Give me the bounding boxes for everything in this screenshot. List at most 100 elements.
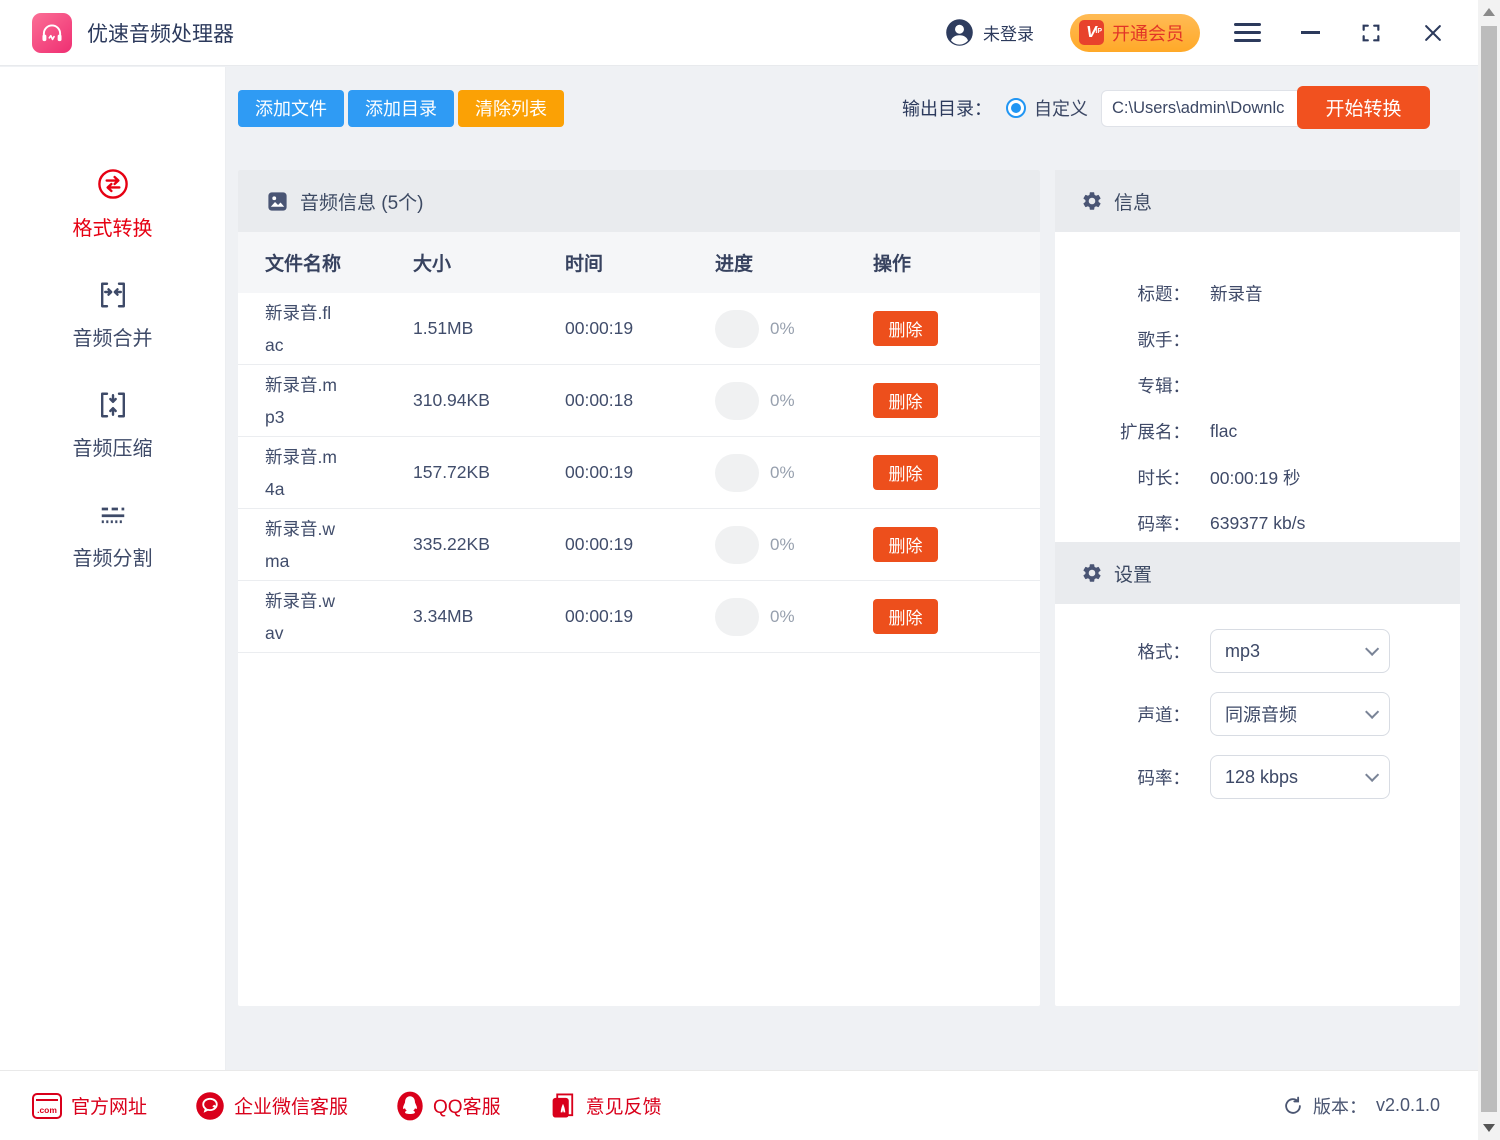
file-duration: 00:00:19 [565, 606, 715, 627]
file-size: 335.22KB [413, 534, 565, 555]
info-field-label: 扩展名： [1055, 419, 1190, 444]
window-scrollbar[interactable] [1478, 0, 1500, 1140]
clear-list-button[interactable]: 清除列表 [458, 90, 564, 127]
feedback-icon [549, 1091, 577, 1121]
file-size: 157.72KB [413, 462, 565, 483]
info-panel-title: 信息 [1114, 188, 1152, 215]
titlebar: 优速音频处理器 未登录 VIP 开通会员 [0, 0, 1478, 66]
scrollbar-thumb[interactable] [1481, 26, 1497, 1112]
info-field-value: 新录音 [1210, 281, 1263, 306]
col-progress: 进度 [715, 249, 873, 276]
file-duration: 00:00:19 [565, 318, 715, 339]
scroll-up-icon[interactable] [1483, 8, 1495, 16]
footer-link-qq-support[interactable]: QQ客服 [396, 1091, 501, 1121]
right-panel: 信息 标题： 新录音 歌手： 专辑： 扩展名： flac [1055, 170, 1460, 1006]
toolbar: 添加文件 添加目录 清除列表 输出目录： 自定义 [238, 87, 1430, 129]
sidebar-item-format-convert[interactable]: 格式转换 [73, 165, 153, 241]
delete-button[interactable]: 删除 [873, 599, 938, 634]
sidebar-item-audio-split[interactable]: 音频分割 [73, 497, 153, 571]
sidebar-item-label: 音频合并 [73, 322, 153, 351]
table-row: 新录音.wav 3.34MB 00:00:19 0% 删除 [238, 581, 1040, 653]
format-convert-icon [94, 165, 132, 203]
file-duration: 00:00:19 [565, 462, 715, 483]
qq-icon [396, 1091, 424, 1121]
bitrate-select[interactable]: 128 kbps [1210, 755, 1390, 799]
footer-link-label: 企业微信客服 [234, 1092, 348, 1119]
sidebar-item-audio-merge[interactable]: 音频合并 [73, 277, 153, 351]
format-select-value: mp3 [1225, 641, 1260, 662]
format-select[interactable]: mp3 [1210, 629, 1390, 673]
settings-field: 码率： 128 kbps [1055, 755, 1460, 799]
close-button[interactable] [1422, 22, 1444, 44]
open-vip-button[interactable]: VIP 开通会员 [1070, 14, 1200, 52]
delete-button[interactable]: 删除 [873, 527, 938, 562]
delete-button[interactable]: 删除 [873, 311, 938, 346]
content-area: 添加文件 添加目录 清除列表 输出目录： 自定义 开始转换 [227, 67, 1478, 1070]
gear-icon [1081, 190, 1103, 212]
vip-icon: VIP [1079, 20, 1104, 45]
progress-indicator [715, 598, 759, 636]
file-name: 新录音.m4a [265, 441, 339, 505]
sidebar-item-label: 音频压缩 [73, 432, 153, 461]
file-name: 新录音.wma [265, 513, 339, 577]
file-name: 新录音.flac [265, 297, 339, 361]
app-window: 优速音频处理器 未登录 VIP 开通会员 [0, 0, 1500, 1140]
version-value: v2.0.1.0 [1376, 1095, 1440, 1116]
footer-link-feedback[interactable]: 意见反馈 [549, 1091, 662, 1121]
dotcom-icon: .com [32, 1093, 62, 1119]
delete-button[interactable]: 删除 [873, 383, 938, 418]
app-logo [32, 13, 72, 53]
start-convert-button[interactable]: 开始转换 [1297, 86, 1430, 129]
channel-select[interactable]: 同源音频 [1210, 692, 1390, 736]
audio-compress-icon [95, 387, 131, 423]
version-label: 版本： [1313, 1093, 1367, 1119]
gear-icon [1081, 562, 1103, 584]
info-field-value: flac [1210, 421, 1237, 442]
output-directory-label: 输出目录： [902, 95, 992, 121]
footer: .com 官方网址 企业微信客服 QQ客服 [0, 1070, 1478, 1140]
info-field: 码率： 639377 kb/s [1055, 500, 1460, 546]
chevron-down-icon [1365, 642, 1379, 656]
table-row: 新录音.wma 335.22KB 00:00:19 0% 删除 [238, 509, 1040, 581]
add-directory-button[interactable]: 添加目录 [348, 90, 454, 127]
info-field-label: 专辑： [1055, 373, 1190, 398]
vip-button-label: 开通会员 [1112, 20, 1184, 46]
login-status[interactable]: 未登录 [945, 18, 1034, 47]
hamburger-icon [1234, 23, 1261, 26]
refresh-icon [1282, 1095, 1304, 1117]
settings-field-label: 码率： [1055, 765, 1190, 790]
audio-split-icon [95, 497, 131, 533]
table-row: 新录音.m4a 157.72KB 00:00:19 0% 删除 [238, 437, 1040, 509]
info-field-label: 时长： [1055, 465, 1190, 490]
info-field: 歌手： [1055, 316, 1460, 362]
sidebar: 格式转换 音频合并 音频压缩 [0, 67, 226, 1070]
menu-button[interactable] [1234, 23, 1261, 42]
footer-link-wechat-support[interactable]: 企业微信客服 [195, 1091, 348, 1121]
scroll-down-icon[interactable] [1483, 1124, 1495, 1132]
sidebar-item-audio-compress[interactable]: 音频压缩 [73, 387, 153, 461]
info-field-label: 码率： [1055, 511, 1190, 536]
progress-percent: 0% [770, 391, 795, 411]
info-panel-header: 信息 [1055, 170, 1460, 232]
col-size: 大小 [413, 249, 565, 276]
info-field-value: 00:00:19 秒 [1210, 465, 1300, 490]
file-panel-header: 音频信息 (5个) [238, 170, 1040, 232]
close-icon [1422, 22, 1444, 44]
col-time: 时间 [565, 249, 715, 276]
chevron-down-icon [1365, 768, 1379, 782]
progress-indicator [715, 526, 759, 564]
info-field: 专辑： [1055, 362, 1460, 408]
add-file-button[interactable]: 添加文件 [238, 90, 344, 127]
maximize-button[interactable] [1360, 22, 1382, 44]
settings-panel-header: 设置 [1055, 542, 1460, 604]
custom-radio[interactable] [1006, 98, 1026, 118]
avatar-icon [945, 18, 974, 47]
info-fields: 标题： 新录音 歌手： 专辑： 扩展名： flac 时长： 00:00: [1055, 232, 1460, 546]
table-header: 文件名称 大小 时间 进度 操作 [238, 232, 1040, 293]
footer-link-official-site[interactable]: .com 官方网址 [32, 1092, 147, 1119]
settings-field-label: 格式： [1055, 639, 1190, 664]
minimize-button[interactable] [1301, 31, 1320, 34]
settings-field: 声道： 同源音频 [1055, 692, 1460, 736]
sidebar-item-label: 格式转换 [73, 212, 153, 241]
delete-button[interactable]: 删除 [873, 455, 938, 490]
